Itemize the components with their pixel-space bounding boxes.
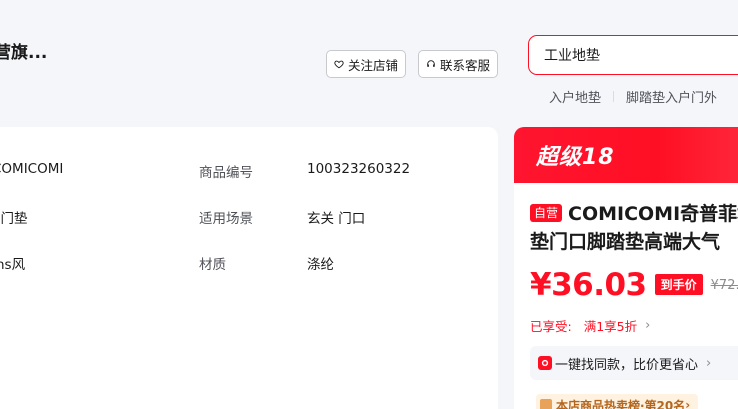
discount-row[interactable]: 已享受: 满1享5折 › <box>530 316 650 335</box>
spec-material-value: 涤纶 <box>307 257 334 273</box>
hot-word-divider <box>613 91 615 102</box>
contact-service-button[interactable]: 联系客服 <box>418 50 498 78</box>
spec-scene-value: 玄关 门口 <box>307 211 366 227</box>
compare-icon <box>538 356 552 370</box>
heart-icon <box>334 60 344 69</box>
hot-word-link[interactable]: 入户地垫 <box>549 87 601 106</box>
chevron-right-icon: › <box>645 318 651 333</box>
original-price: ¥72.06 <box>710 278 738 293</box>
spec-item-no-value: 100323260322 <box>307 161 411 177</box>
final-price: ¥36.03 <box>530 267 647 303</box>
hot-rank-text: 本店商品热卖榜·第20名 <box>556 398 686 409</box>
rank-icon <box>540 399 552 409</box>
follow-store-label: 关注店铺 <box>347 57 398 73</box>
headset-icon <box>427 60 435 67</box>
contact-service-label: 联系客服 <box>439 57 490 73</box>
search-input[interactable]: 工业地垫 <box>528 35 738 75</box>
search-value: 工业地垫 <box>544 48 600 64</box>
self-operated-tag: 自营 <box>530 204 563 222</box>
spec-scene-label: 适用场景 <box>199 211 253 227</box>
promo-banner[interactable]: 超级18 <box>514 127 738 183</box>
hot-rank-badge[interactable]: 本店商品热卖榜·第20名 › <box>536 394 699 409</box>
discount-promo: 满1享5折 <box>583 319 638 334</box>
chevron-right-icon: › <box>685 398 691 409</box>
chevron-right-icon: › <box>706 355 712 371</box>
promo-banner-text: 超级18 <box>536 145 615 170</box>
spec-brand-value: COMICOMI <box>0 161 64 177</box>
follow-store-button[interactable]: 关注店铺 <box>326 50 406 78</box>
buy-card: 超级18 自营 COMICOMI奇普菲地垫门口脚踏垫高端大气 ¥36.03 到手价… <box>514 127 738 409</box>
price-row: ¥36.03 到手价 ¥72.06 <box>530 267 738 303</box>
spec-item-no-label: 商品编号 <box>199 165 253 181</box>
final-price-tag: 到手价 <box>654 274 703 295</box>
spec-style-value: ns风 <box>0 257 26 273</box>
discount-label: 已享受: <box>530 319 572 334</box>
spec-category-value: 入门垫 <box>0 211 28 227</box>
store-name[interactable]: 营旗... <box>0 38 47 63</box>
compare-text: 一键找同款，比价更省心 <box>555 357 699 373</box>
compare-price-banner[interactable]: 一键找同款，比价更省心 › <box>530 346 738 380</box>
product-title: 自营 COMICOMI奇普菲地垫门口脚踏垫高端大气 <box>530 200 738 256</box>
spec-material-label: 材质 <box>199 257 226 273</box>
hot-word-link[interactable]: 脚踏垫入户门外 <box>626 87 717 106</box>
hot-words: 入户地垫 脚踏垫入户门外 <box>549 87 717 106</box>
